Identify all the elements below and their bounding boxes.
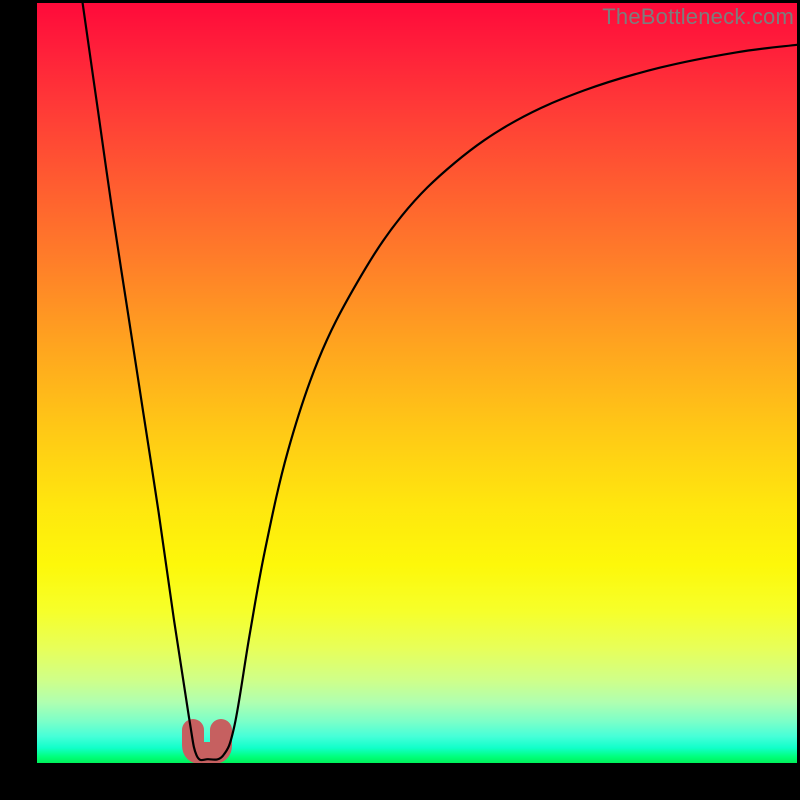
min-marker (193, 730, 221, 753)
watermark-text: TheBottleneck.com (602, 4, 794, 30)
curve-path (83, 3, 797, 760)
chart-frame: TheBottleneck.com (0, 0, 800, 800)
plot-area (37, 3, 797, 763)
chart-svg (37, 3, 797, 763)
